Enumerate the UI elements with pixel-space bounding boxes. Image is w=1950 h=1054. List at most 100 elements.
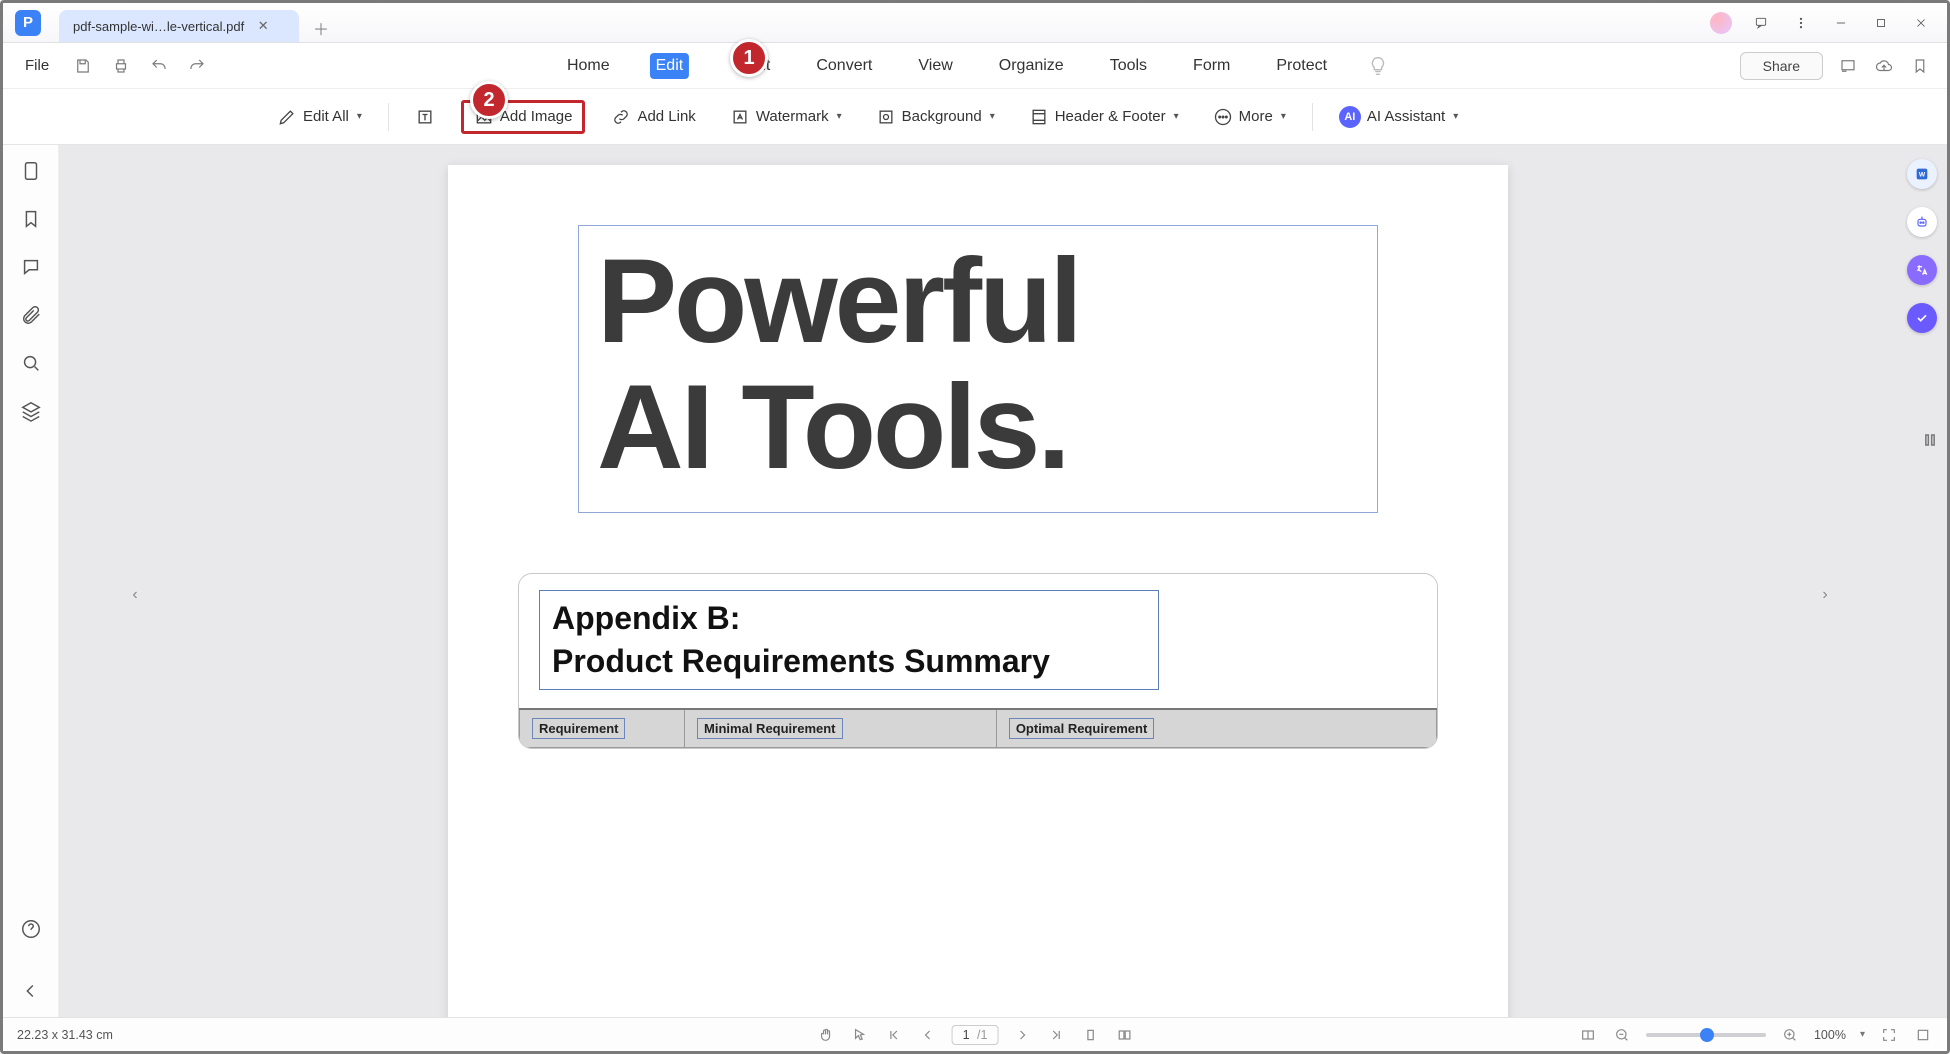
lightbulb-icon[interactable]: [1367, 55, 1389, 77]
hand-tool-icon[interactable]: [816, 1025, 836, 1045]
cloud-upload-icon[interactable]: [1873, 55, 1895, 77]
add-tab-button[interactable]: ＋: [307, 14, 335, 42]
bookmark-icon[interactable]: [1909, 55, 1931, 77]
zoom-slider-handle[interactable]: [1700, 1028, 1714, 1042]
next-page-arrow[interactable]: ›: [1811, 581, 1839, 609]
more-label: More: [1239, 108, 1273, 125]
separator: [388, 103, 389, 131]
col-minimal[interactable]: Minimal Requirement: [697, 718, 842, 739]
feedback-icon[interactable]: [1743, 9, 1779, 37]
add-link-label: Add Link: [637, 108, 695, 125]
ai-badge-icon: AI: [1339, 106, 1361, 128]
prev-page-arrow[interactable]: ‹: [121, 581, 149, 609]
header-footer-dropdown[interactable]: Header & Footer ▾: [1021, 103, 1187, 131]
zoom-caret-icon[interactable]: ▾: [1860, 1029, 1865, 1040]
redo-icon[interactable]: [187, 56, 207, 76]
window-controls: [1703, 9, 1947, 37]
collapse-left-icon[interactable]: [19, 979, 43, 1003]
col-optimal[interactable]: Optimal Requirement: [1009, 718, 1154, 739]
menu-tools[interactable]: Tools: [1104, 53, 1153, 79]
menu-convert[interactable]: Convert: [810, 53, 878, 79]
zoom-in-icon[interactable]: [1780, 1025, 1800, 1045]
undo-icon[interactable]: [149, 56, 169, 76]
fit-screen-icon[interactable]: [1879, 1025, 1899, 1045]
last-page-icon[interactable]: [1046, 1025, 1066, 1045]
single-page-icon[interactable]: [1080, 1025, 1100, 1045]
translate-chip[interactable]: [1907, 255, 1937, 285]
watermark-dropdown[interactable]: Watermark ▾: [722, 103, 850, 131]
page-indicator[interactable]: 1 /1: [952, 1025, 999, 1045]
page-dimensions: 22.23 x 31.43 cm: [17, 1028, 113, 1042]
pdf-page[interactable]: Powerful AI Tools. Appendix B: Product R…: [448, 165, 1508, 1017]
prev-page-icon[interactable]: [918, 1025, 938, 1045]
appendix-title-box[interactable]: Appendix B: Product Requirements Summary: [539, 590, 1159, 690]
add-link-button[interactable]: Add Link: [603, 103, 703, 131]
thumbnails-icon[interactable]: [19, 159, 43, 183]
search-icon[interactable]: [19, 351, 43, 375]
right-panel-toggle-icon[interactable]: [1920, 430, 1940, 450]
edit-all-label: Edit All: [303, 108, 349, 125]
app-logo-initial: P: [23, 14, 33, 31]
chevron-down-icon: ▾: [1174, 111, 1179, 122]
menu-home[interactable]: Home: [561, 53, 616, 79]
chevron-down-icon: ▾: [990, 111, 995, 122]
svg-text:W: W: [1919, 172, 1926, 179]
background-dropdown[interactable]: Background ▾: [868, 103, 1003, 131]
quick-access-toolbar: [73, 56, 207, 76]
first-page-icon[interactable]: [884, 1025, 904, 1045]
file-menu-button[interactable]: File: [3, 57, 71, 74]
requirements-table: Requirement Minimal Requirement Optimal …: [519, 708, 1437, 748]
profile-avatar[interactable]: [1703, 9, 1739, 37]
kebab-menu-icon[interactable]: [1783, 9, 1819, 37]
annotation-marker-1: 1: [730, 39, 768, 77]
next-page-icon[interactable]: [1012, 1025, 1032, 1045]
col-requirement[interactable]: Requirement: [532, 718, 625, 739]
document-tabbar: pdf-sample-wi…le-vertical.pdf ✕ ＋: [59, 3, 1703, 42]
main-area: ‹ Powerful AI Tools. Appendix B: Product…: [3, 145, 1947, 1017]
help-icon[interactable]: [19, 917, 43, 941]
bookmarks-icon[interactable]: [19, 207, 43, 231]
hero-line-1: Powerful: [597, 234, 1080, 368]
chevron-down-icon: ▾: [1453, 111, 1458, 122]
menu-protect[interactable]: Protect: [1270, 53, 1333, 79]
add-image-label: Add Image: [500, 108, 573, 125]
chevron-down-icon: ▾: [357, 111, 362, 122]
menu-edit[interactable]: Edit: [650, 53, 690, 79]
check-chip[interactable]: [1907, 303, 1937, 333]
add-text-button[interactable]: [407, 103, 443, 131]
menu-view[interactable]: View: [912, 53, 958, 79]
window-close-button[interactable]: [1903, 9, 1939, 37]
print-icon[interactable]: [111, 56, 131, 76]
zoom-slider[interactable]: [1646, 1033, 1766, 1037]
word-export-chip[interactable]: W: [1907, 159, 1937, 189]
comments-icon[interactable]: [19, 255, 43, 279]
edit-ribbon: Edit All ▾ Add Image Add Link Watermark …: [3, 89, 1947, 145]
table-header-row: Requirement Minimal Requirement Optimal …: [520, 709, 1437, 748]
menu-organize[interactable]: Organize: [993, 53, 1070, 79]
select-tool-icon[interactable]: [850, 1025, 870, 1045]
share-button[interactable]: Share: [1740, 52, 1823, 80]
annotation-marker-2: 2: [470, 81, 508, 119]
appendix-section: Appendix B: Product Requirements Summary…: [518, 573, 1438, 749]
ai-assistant-dropdown[interactable]: AI AI Assistant ▾: [1331, 102, 1466, 132]
zoom-out-icon[interactable]: [1612, 1025, 1632, 1045]
document-tab-label: pdf-sample-wi…le-vertical.pdf: [73, 19, 244, 34]
menu-form[interactable]: Form: [1187, 53, 1236, 79]
document-tab[interactable]: pdf-sample-wi…le-vertical.pdf ✕: [59, 10, 299, 42]
more-dropdown[interactable]: More ▾: [1205, 103, 1294, 131]
save-icon[interactable]: [73, 56, 93, 76]
attachments-icon[interactable]: [19, 303, 43, 327]
fullscreen-icon[interactable]: [1913, 1025, 1933, 1045]
layers-icon[interactable]: [19, 399, 43, 423]
window-maximize-button[interactable]: [1863, 9, 1899, 37]
document-canvas[interactable]: ‹ Powerful AI Tools. Appendix B: Product…: [59, 145, 1897, 1017]
edit-all-dropdown[interactable]: Edit All ▾: [269, 103, 370, 131]
ai-robot-chip[interactable]: [1907, 207, 1937, 237]
two-page-icon[interactable]: [1114, 1025, 1134, 1045]
separator: [1312, 103, 1313, 131]
close-tab-icon[interactable]: ✕: [254, 17, 272, 35]
window-minimize-button[interactable]: [1823, 9, 1859, 37]
read-mode-icon[interactable]: [1578, 1025, 1598, 1045]
cast-icon[interactable]: [1837, 55, 1859, 77]
hero-text-box[interactable]: Powerful AI Tools.: [578, 225, 1378, 513]
